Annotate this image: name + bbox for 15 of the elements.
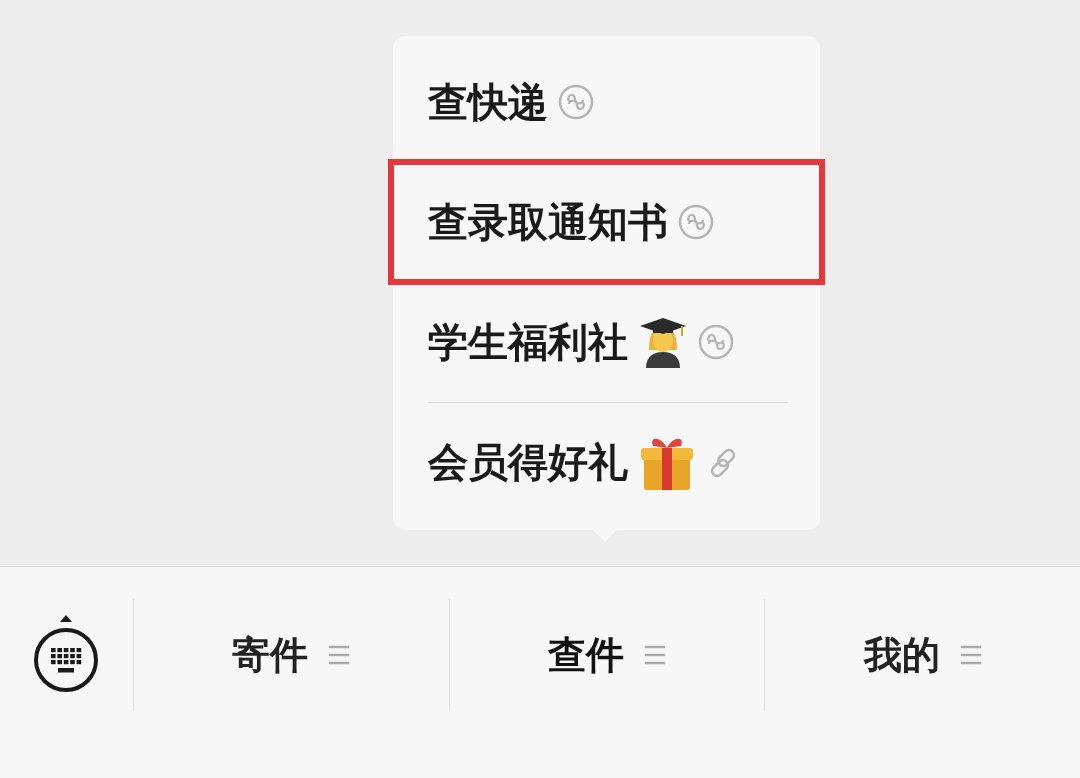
menu-tab[interactable]: 寄件 [132, 599, 449, 711]
mini-program-icon [698, 324, 734, 360]
menu-item[interactable]: 查快递 [393, 42, 820, 162]
graduate-figure-icon [638, 316, 688, 368]
menu-lines-icon [643, 644, 666, 666]
menu-lines-icon [328, 644, 351, 666]
mini-program-icon [678, 204, 714, 240]
mini-program-icon [558, 84, 594, 120]
menu-lines-icon [959, 644, 982, 666]
menu-item[interactable]: 查录取通知书 [391, 162, 822, 282]
menu-item[interactable]: 会员得好礼 [428, 402, 788, 522]
menu-item[interactable]: 学生福利社 [393, 282, 820, 402]
menu-tab[interactable]: 我的 [764, 599, 1080, 711]
keyboard-icon[interactable] [32, 615, 101, 695]
menu-tab[interactable]: 查件 [448, 599, 765, 711]
